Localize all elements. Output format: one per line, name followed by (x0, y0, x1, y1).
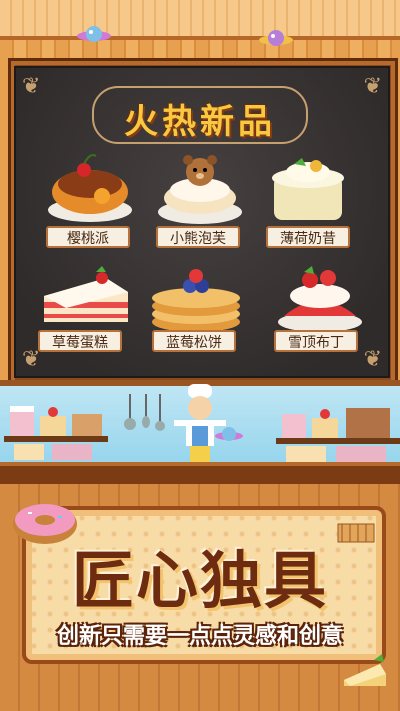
cherry-pie-icon (48, 154, 132, 222)
board-title-plate: 火热新品 (92, 86, 308, 144)
board-title: 火热新品 (124, 102, 276, 142)
strawberry-cake-icon (44, 266, 128, 322)
banner-subtitle: 创新只需要一点点灵感和创意 (56, 624, 343, 649)
blueberry-pancake-icon (152, 269, 240, 332)
mint-shake-icon (272, 158, 344, 220)
dish-label: 小熊泡芙 (156, 226, 240, 248)
planet-icon (77, 26, 111, 42)
game-screen: ❦ ❦ ❦ ❦ 火热新品 樱桃派 小熊泡芙 薄荷奶昔 草莓蛋糕 蓝莓松饼 雪顶布… (0, 0, 400, 711)
hanging-utensils-icon (124, 394, 165, 431)
dish-label: 樱桃派 (46, 226, 130, 248)
snow-pudding-icon (278, 266, 362, 332)
cake-slice-icon (344, 654, 386, 686)
dish-label: 雪顶布丁 (274, 330, 358, 352)
swirl-ornament-icon: ❦ (22, 74, 41, 99)
pastry-shelf-left-icon (4, 406, 108, 460)
dish-label: 蓝莓松饼 (152, 330, 236, 352)
planet-icon (215, 427, 243, 441)
dish-label: 草莓蛋糕 (38, 330, 122, 352)
banner-title: 匠心独具 (71, 544, 328, 617)
pastry-shelf-right-icon (276, 408, 400, 462)
dish-label: 薄荷奶昔 (266, 226, 350, 248)
swirl-ornament-icon: ❦ (363, 74, 382, 99)
planet-icon (259, 30, 293, 46)
bear-puff-icon (158, 155, 242, 224)
